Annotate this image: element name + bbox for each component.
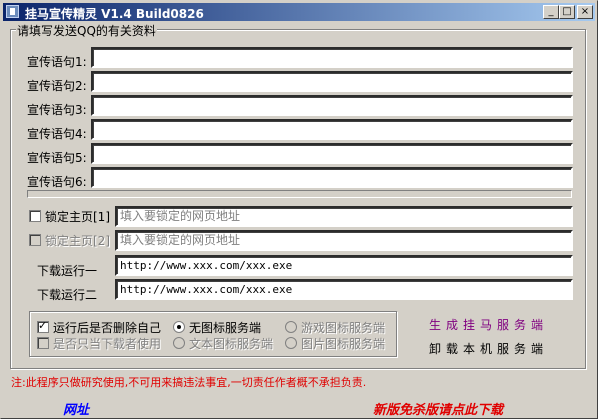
image-icon-radio[interactable]	[285, 337, 297, 349]
app-icon[interactable]	[6, 5, 19, 18]
slogan-6-input[interactable]	[91, 167, 573, 188]
game-icon-label[interactable]: 游戏图标服务端	[301, 319, 385, 336]
lock-homepage-1-checkbox[interactable]	[29, 210, 41, 222]
send-progress-bar	[27, 190, 572, 198]
no-icon-radio[interactable]	[173, 321, 185, 333]
disclaimer-note: 注:此程序只做研究使用,不可用来搞违法事宜,一切责任作者概不承担负责.	[11, 376, 367, 389]
slogan-1-input[interactable]	[91, 47, 573, 68]
uninstall-server-button[interactable]: 卸载本机服务端	[429, 340, 548, 357]
image-icon-label[interactable]: 图片图标服务端	[301, 335, 385, 352]
main-window: 挂马宣传精灵 V1.4 Build0826 _ □ × 请填写发送QQ的有关资料…	[0, 0, 598, 419]
download-run-2-input[interactable]: http://www.xxx.com/xxx.exe	[115, 279, 573, 300]
download-run-1-label: 下载运行一	[37, 264, 98, 278]
slogan-3-input[interactable]	[91, 95, 573, 116]
website-link[interactable]: 网址	[63, 399, 89, 418]
lock-homepage-2-label[interactable]: 锁定主页[2]	[45, 232, 110, 249]
slogan-2-input[interactable]	[91, 71, 573, 92]
slogan-1-label: 宣传语句1:	[27, 55, 87, 69]
text-icon-radio[interactable]	[173, 337, 185, 349]
slogan-6-label: 宣传语句6:	[27, 175, 87, 189]
slogan-4-input[interactable]	[91, 119, 573, 140]
slogan-4-label: 宣传语句4:	[27, 127, 87, 141]
close-button[interactable]: ×	[577, 5, 593, 19]
lock-homepage-1-label[interactable]: 锁定主页[1]	[45, 208, 110, 225]
lock-homepage-2-checkbox[interactable]	[29, 234, 41, 246]
qq-info-legend: 请填写发送QQ的有关资料	[16, 22, 157, 39]
only-downloader-checkbox[interactable]	[37, 337, 49, 349]
delete-self-checkbox[interactable]	[37, 319, 49, 333]
slogan-2-label: 宣传语句2:	[27, 79, 87, 93]
slogan-5-input[interactable]	[91, 143, 573, 164]
only-downloader-label[interactable]: 是否只当下载者使用	[53, 335, 161, 352]
download-run-2-label: 下载运行二	[37, 288, 98, 302]
download-new-version-link[interactable]: 新版免杀版请点此下载	[373, 399, 503, 418]
lock-homepage-2-input[interactable]: 填入要锁定的网页地址	[115, 230, 573, 251]
delete-self-label[interactable]: 运行后是否删除自己	[53, 319, 161, 336]
generate-server-button[interactable]: 生成挂马服务端	[429, 316, 548, 333]
game-icon-radio[interactable]	[285, 321, 297, 333]
text-icon-label[interactable]: 文本图标服务端	[189, 335, 273, 352]
lock-homepage-1-input[interactable]: 填入要锁定的网页地址	[115, 206, 573, 227]
title-bar[interactable]: 挂马宣传精灵 V1.4 Build0826 _ □ ×	[3, 3, 595, 21]
no-icon-label[interactable]: 无图标服务端	[189, 319, 261, 336]
download-run-1-input[interactable]: http://www.xxx.com/xxx.exe	[115, 255, 573, 276]
minimize-button[interactable]: _	[543, 5, 559, 19]
maximize-button[interactable]: □	[559, 5, 575, 19]
window-title: 挂马宣传精灵 V1.4 Build0826	[25, 7, 204, 21]
slogan-3-label: 宣传语句3:	[27, 103, 87, 117]
slogan-5-label: 宣传语句5:	[27, 151, 87, 165]
